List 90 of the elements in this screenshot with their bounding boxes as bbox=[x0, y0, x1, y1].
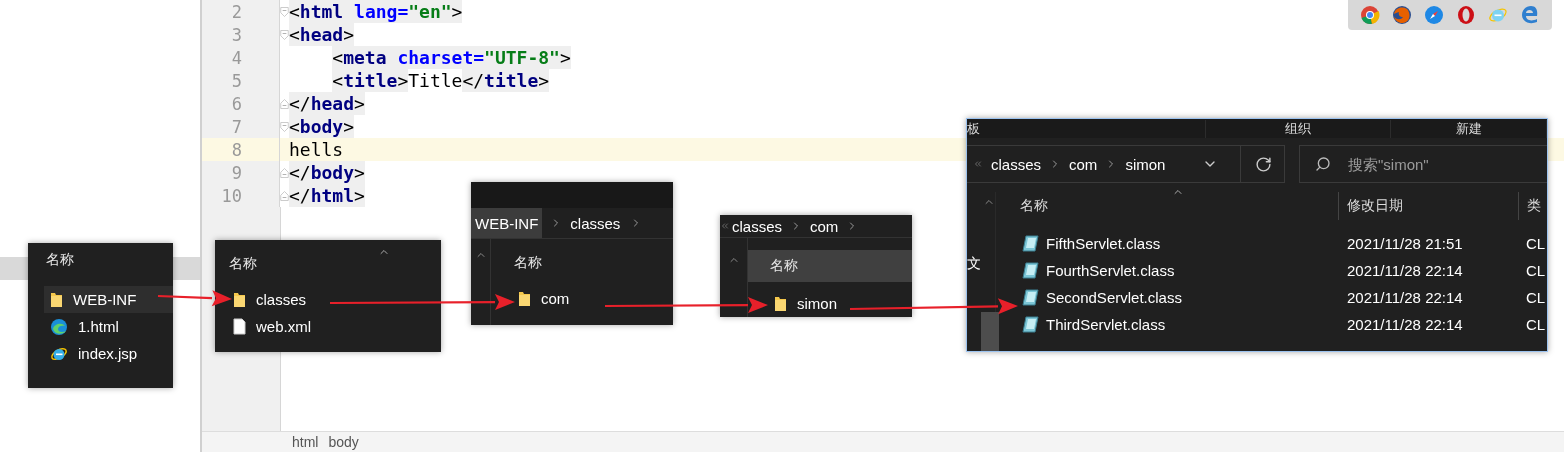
edge-icon[interactable] bbox=[1520, 5, 1540, 25]
path-segment[interactable]: simon bbox=[1125, 146, 1166, 182]
line-number: 9 bbox=[231, 162, 243, 183]
search-field[interactable]: 搜索"simon" bbox=[1299, 145, 1547, 183]
file-row[interactable]: com bbox=[491, 285, 673, 312]
file-row[interactable]: SecondServlet.class 2021/11/28 22:14 CL bbox=[996, 284, 1547, 311]
opera-icon[interactable] bbox=[1456, 5, 1476, 25]
folder-icon bbox=[50, 291, 63, 308]
ribbon-label[interactable]: 板 bbox=[967, 119, 1207, 138]
breadcrumb-item[interactable]: html bbox=[292, 432, 319, 452]
line-number: 8 bbox=[231, 139, 243, 160]
code-line: <meta charset="UTF-8"> bbox=[331, 46, 571, 69]
column-header[interactable]: 修改日期 bbox=[1338, 192, 1518, 220]
file-type: CL bbox=[1525, 316, 1547, 333]
file-row[interactable]: web.xml bbox=[215, 313, 441, 340]
ribbon-label[interactable]: 新建 bbox=[1391, 119, 1547, 138]
class-file-icon bbox=[1022, 289, 1040, 306]
file-row[interactable]: index.jsp bbox=[44, 340, 173, 367]
folder-icon bbox=[518, 290, 531, 307]
line-number: 5 bbox=[231, 70, 243, 91]
file-type: CL bbox=[1525, 289, 1547, 306]
fold-icon[interactable] bbox=[280, 96, 289, 111]
fold-icon[interactable] bbox=[280, 27, 289, 42]
modified-date: 2021/11/28 21:51 bbox=[1346, 235, 1464, 252]
folder-icon bbox=[233, 291, 246, 308]
column-header[interactable]: 类 bbox=[1518, 192, 1547, 220]
file-type: CL bbox=[1525, 235, 1547, 252]
column-header[interactable]: 名称 bbox=[748, 250, 912, 282]
line-number: 10 bbox=[221, 185, 243, 206]
modified-date: 2021/11/28 22:14 bbox=[1346, 289, 1464, 306]
file-row[interactable]: FourthServlet.class 2021/11/28 22:14 CL bbox=[996, 257, 1547, 284]
column-header[interactable]: 名称 bbox=[514, 254, 542, 272]
code-line: </head> bbox=[289, 92, 365, 115]
class-file-icon bbox=[1022, 262, 1040, 279]
path-segment[interactable]: classes bbox=[991, 146, 1042, 182]
path-segment[interactable]: com bbox=[810, 215, 839, 237]
line-number: 4 bbox=[231, 47, 243, 68]
fold-icon[interactable] bbox=[280, 165, 289, 180]
code-line: <head> bbox=[289, 23, 355, 46]
path-segment[interactable]: WEB-INF bbox=[471, 208, 543, 238]
fold-icon[interactable] bbox=[280, 4, 289, 19]
address-bar[interactable]: classes com simon bbox=[967, 145, 1285, 183]
file-row[interactable]: FifthServlet.class 2021/11/28 21:51 CL bbox=[996, 230, 1547, 257]
nav-pane-label[interactable]: 文 bbox=[967, 255, 981, 273]
ribbon-label[interactable]: 组织 bbox=[1206, 119, 1392, 138]
code-line: hells bbox=[289, 138, 344, 161]
file-name: ThirdServlet.class bbox=[1046, 316, 1166, 333]
file-row[interactable]: simon bbox=[748, 290, 912, 317]
column-header[interactable]: 名称 bbox=[996, 192, 1338, 220]
class-file-icon bbox=[1022, 235, 1040, 252]
class-file-icon bbox=[1022, 316, 1040, 333]
ie-icon[interactable] bbox=[1488, 5, 1508, 25]
folder-icon bbox=[774, 295, 787, 312]
line-number: 2 bbox=[231, 1, 243, 22]
file-name: FifthServlet.class bbox=[1046, 235, 1161, 252]
file-icon bbox=[233, 318, 246, 335]
fold-icon[interactable] bbox=[280, 119, 289, 134]
file-row[interactable]: ThirdServlet.class 2021/11/28 22:14 CL bbox=[996, 311, 1547, 338]
line-number: 7 bbox=[231, 116, 243, 137]
file-row[interactable]: WEB-INF bbox=[44, 286, 173, 313]
refresh-icon[interactable] bbox=[1255, 155, 1272, 173]
code-line: </html> bbox=[289, 184, 365, 207]
file-row[interactable]: classes bbox=[215, 286, 441, 313]
safari-icon[interactable] bbox=[1424, 5, 1444, 25]
column-header[interactable]: 名称 bbox=[46, 251, 74, 269]
overflow-icon[interactable] bbox=[973, 159, 983, 169]
fold-icon[interactable] bbox=[280, 188, 289, 203]
path-segment[interactable]: classes bbox=[732, 215, 783, 237]
modified-date: 2021/11/28 22:14 bbox=[1346, 262, 1464, 279]
chrome-icon[interactable] bbox=[1360, 5, 1380, 25]
file-name: SecondServlet.class bbox=[1046, 289, 1182, 306]
search-icon bbox=[1315, 156, 1331, 172]
path-segment[interactable]: classes bbox=[570, 208, 621, 238]
column-header[interactable]: 名称 bbox=[229, 255, 257, 273]
edge-icon bbox=[50, 317, 68, 336]
line-number: 3 bbox=[231, 24, 243, 45]
code-line: <title>Title</title> bbox=[331, 69, 550, 92]
path-segment[interactable]: com bbox=[1069, 146, 1098, 182]
modified-date: 2021/11/28 22:14 bbox=[1346, 316, 1464, 333]
breadcrumb-item[interactable]: body bbox=[328, 432, 359, 452]
file-name: FourthServlet.class bbox=[1046, 262, 1175, 279]
file-row[interactable]: 1.html bbox=[44, 313, 173, 340]
file-type: CL bbox=[1525, 262, 1547, 279]
firefox-icon[interactable] bbox=[1392, 5, 1412, 25]
code-line: </body> bbox=[289, 161, 365, 184]
overflow-icon[interactable] bbox=[720, 221, 730, 231]
code-line: <body> bbox=[289, 115, 355, 138]
scrollbar-thumb[interactable] bbox=[981, 312, 999, 351]
code-line: <html lang="en"> bbox=[289, 0, 463, 23]
line-number: 6 bbox=[231, 93, 243, 114]
